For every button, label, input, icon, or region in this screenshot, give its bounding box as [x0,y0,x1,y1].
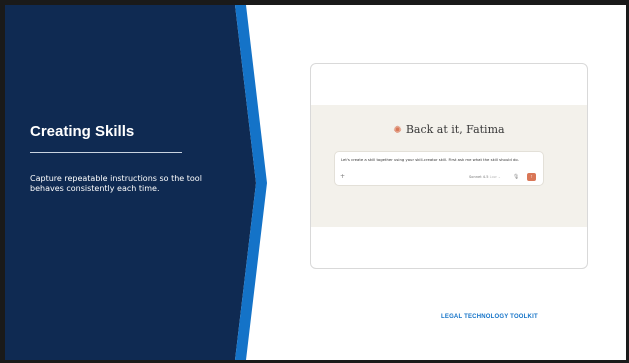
slide-frame: Creating Skills Capture repeatable instr… [0,0,629,363]
model-selector[interactable]: Sonnet 4.5 Low ⌄ [469,175,501,180]
slide-subtitle: Capture repeatable instructions so the t… [30,174,202,193]
app-screenshot: ✺ Back at it, Fatima Let's create a skill… [310,63,588,269]
model-suffix: Low ⌄ [489,175,501,179]
model-name: Sonnet 4.5 [469,175,489,179]
prompt-input-box[interactable]: Let's create a skill together using your… [334,151,544,186]
footer-brand: LEGAL TECHNOLOGY TOOLKIT [441,314,538,320]
greeting-text: Back at it, Fatima [405,123,505,136]
greeting-heading: ✺ Back at it, Fatima [311,123,587,136]
send-button[interactable]: ↑ [527,173,536,181]
send-arrow-icon: ↑ [530,174,533,180]
prompt-text[interactable]: Let's create a skill together using your… [341,157,537,162]
mic-icon[interactable]: 🎙 [513,174,519,180]
add-attachment-icon[interactable]: + [340,173,345,180]
slide-title: Creating Skills [30,123,135,140]
title-divider [30,152,182,153]
chevron-arrow-icon [227,5,267,360]
slide-canvas: Creating Skills Capture repeatable instr… [5,5,626,360]
spark-icon: ✺ [393,125,402,136]
